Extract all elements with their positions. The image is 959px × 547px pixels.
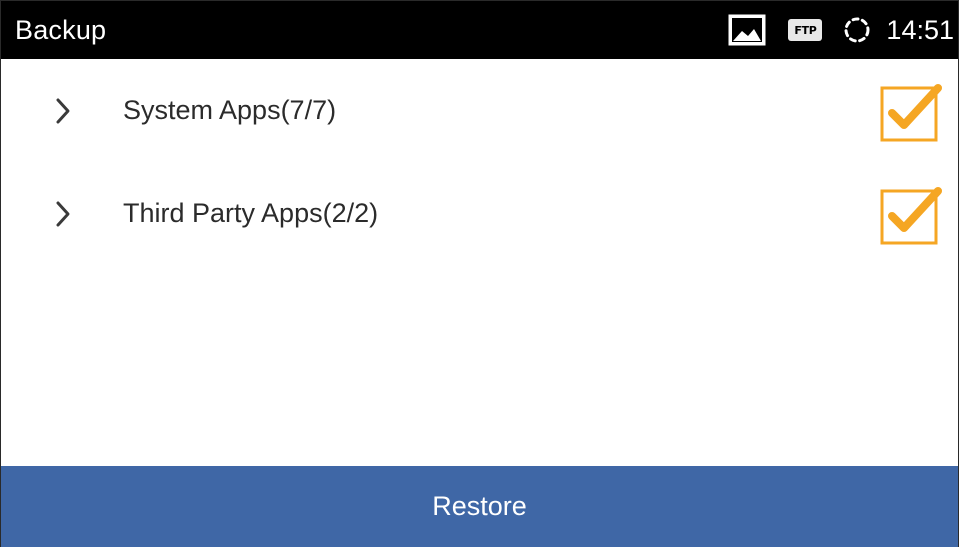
checkbox-system-apps[interactable] bbox=[880, 80, 942, 142]
restore-button[interactable]: Restore bbox=[1, 466, 958, 547]
list-item[interactable]: Third Party Apps(2/2) bbox=[1, 162, 958, 265]
sync-icon bbox=[844, 17, 870, 43]
backup-screen: Backup FTP 14:51 System Apps(7/7) Third … bbox=[0, 0, 959, 547]
chevron-right-icon[interactable] bbox=[53, 96, 73, 126]
chevron-right-icon[interactable] bbox=[53, 199, 73, 229]
status-icons: FTP 14:51 bbox=[728, 1, 958, 59]
list-item[interactable]: System Apps(7/7) bbox=[1, 59, 958, 162]
clock: 14:51 bbox=[886, 14, 954, 45]
checkbox-third-party-apps[interactable] bbox=[880, 183, 942, 245]
page-title: Backup bbox=[15, 14, 107, 45]
list-item-label: System Apps(7/7) bbox=[123, 95, 337, 125]
ftp-icon: FTP bbox=[788, 19, 823, 41]
list-item-label: Third Party Apps(2/2) bbox=[123, 198, 379, 228]
app-list: System Apps(7/7) Third Party Apps(2/2) bbox=[1, 59, 958, 265]
status-bar: Backup FTP 14:51 bbox=[1, 1, 958, 59]
image-icon bbox=[728, 14, 766, 46]
